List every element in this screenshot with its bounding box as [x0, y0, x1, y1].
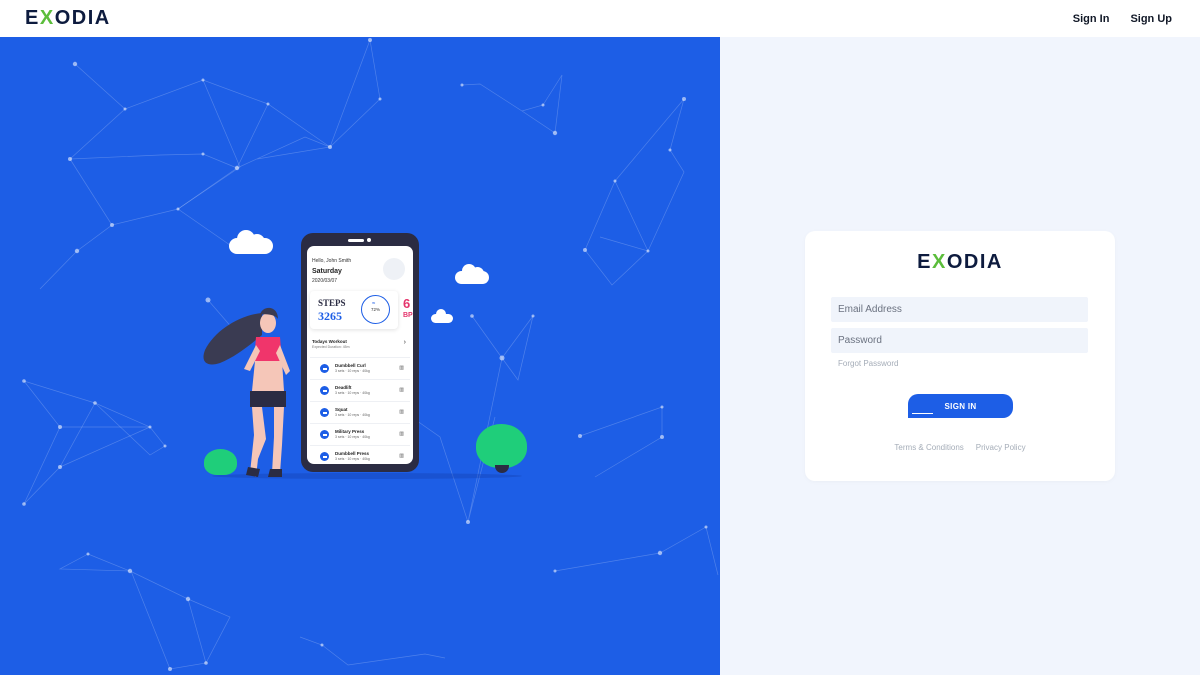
- exercise-weight: 40kg: [362, 413, 370, 417]
- cloud-icon: [431, 309, 453, 323]
- exercise-row: Dumbbell Press 3 sets · 10 reps · 40kg ▥: [310, 445, 410, 464]
- exercise-icon: [320, 408, 329, 417]
- progress-value: 72%: [370, 307, 380, 312]
- greeting-text: Hello, John Smith: [312, 258, 352, 264]
- exercise-details: 3 sets · 10 reps · 40kg: [335, 391, 370, 395]
- avatar: [383, 258, 405, 280]
- top-nav: Sign In Sign Up: [1073, 13, 1172, 25]
- chart-icon: ▥: [399, 431, 404, 437]
- exercise-reps: 10 reps: [347, 413, 360, 417]
- chevron-right-icon: ›: [403, 339, 406, 346]
- exercise-name: Dumbbell Curl: [335, 363, 366, 368]
- logo-text-end: ODIA: [54, 7, 111, 29]
- exercise-reps: 10 reps: [347, 435, 360, 439]
- exercise-details: 3 sets · 10 reps · 40kg: [335, 413, 370, 417]
- bpm-value: 6: [403, 296, 411, 311]
- exercise-details: 3 sets · 10 reps · 40kg: [335, 369, 370, 373]
- button-accent-bar: [912, 412, 933, 414]
- exercise-row: Squat 3 sets · 10 reps · 40kg ▥: [310, 401, 410, 421]
- date-text: 2020/03/07: [312, 278, 338, 284]
- steps-label: STEPS: [318, 298, 346, 308]
- exercise-name: Dumbbell Press: [335, 451, 370, 456]
- exercise-name: Military Press: [335, 429, 365, 434]
- phone-camera: [367, 238, 371, 242]
- privacy-link[interactable]: Privacy Policy: [976, 443, 1026, 452]
- exercise-name: Squat: [335, 407, 348, 412]
- sign-in-button[interactable]: SIGN IN: [908, 394, 1013, 418]
- forgot-password-link[interactable]: Forgot Password: [838, 359, 898, 368]
- exercise-sets: 3 sets: [335, 457, 345, 461]
- sign-in-button-label: SIGN IN: [944, 401, 977, 411]
- steps-card: STEPS 3265 ≈ 72%: [310, 291, 398, 329]
- logo-x-mark: X: [39, 7, 55, 29]
- password-field[interactable]: [831, 328, 1088, 353]
- footer-links: Terms & Conditions Privacy Policy: [805, 443, 1115, 452]
- chart-icon: ▥: [399, 387, 404, 393]
- exercise-sets: 3 sets: [335, 369, 345, 373]
- exercise-row: Military Press 3 sets · 10 reps · 40kg ▥: [310, 423, 410, 443]
- exercise-sets: 3 sets: [335, 413, 345, 417]
- runner-illustration: [203, 307, 290, 477]
- exercise-name: Deadlift: [335, 385, 352, 390]
- logo-text-end: ODIA: [946, 251, 1003, 273]
- hero-illustration-panel: Hello, John Smith Saturday 2020/03/07 ST…: [0, 37, 720, 675]
- login-card: EXODIA Forgot Password SIGN IN Terms & C…: [805, 231, 1115, 481]
- brand-logo[interactable]: E X ODIA: [25, 7, 111, 30]
- chart-icon: ▥: [399, 409, 404, 415]
- phone-screen: Hello, John Smith Saturday 2020/03/07 ST…: [307, 246, 413, 464]
- logo-text-start: E: [25, 7, 40, 29]
- bpm-label: BP: [403, 312, 413, 319]
- exercise-sets: 3 sets: [335, 435, 345, 439]
- bush-icon: [476, 424, 527, 468]
- exercise-weight: 40kg: [362, 435, 370, 439]
- cloud-icon: [455, 264, 489, 284]
- workout-duration: Expected Duration: 45m: [312, 345, 350, 349]
- phone-mockup: Hello, John Smith Saturday 2020/03/07 ST…: [301, 233, 419, 472]
- workout-title: Todays Workout: [312, 339, 347, 344]
- exercise-icon: [320, 386, 329, 395]
- exercise-reps: 10 reps: [347, 391, 360, 395]
- logo-text-start: E: [917, 251, 932, 273]
- exercise-sets: 3 sets: [335, 391, 345, 395]
- exercise-details: 3 sets · 10 reps · 40kg: [335, 435, 370, 439]
- exercise-weight: 40kg: [362, 457, 370, 461]
- top-bar: E X ODIA Sign In Sign Up: [0, 0, 1200, 37]
- day-text: Saturday: [312, 268, 342, 275]
- exercise-icon: [320, 430, 329, 439]
- email-field[interactable]: [831, 297, 1088, 322]
- card-brand-logo: E X ODIA: [805, 251, 1115, 274]
- exercise-weight: 40kg: [362, 391, 370, 395]
- steps-value: 3265: [318, 309, 342, 323]
- exercise-row: Dumbbell Curl 3 sets · 10 reps · 40kg ▥: [310, 357, 410, 377]
- phone-speaker: [348, 239, 364, 242]
- exercise-reps: 10 reps: [347, 457, 360, 461]
- terms-link[interactable]: Terms & Conditions: [894, 443, 963, 452]
- login-panel: EXODIA Forgot Password SIGN IN Terms & C…: [720, 37, 1200, 675]
- cloud-icon: [229, 230, 273, 254]
- exercise-icon: [320, 364, 329, 373]
- nav-sign-up-link[interactable]: Sign Up: [1130, 13, 1172, 25]
- chart-icon: ▥: [399, 365, 404, 371]
- logo-x-mark: X: [932, 251, 947, 273]
- exercise-row: Deadlift 3 sets · 10 reps · 40kg ▥: [310, 379, 410, 399]
- exercise-icon: [320, 452, 329, 461]
- exercise-reps: 10 reps: [347, 369, 360, 373]
- exercise-weight: 40kg: [362, 369, 370, 373]
- exercise-details: 3 sets · 10 reps · 40kg: [335, 457, 370, 461]
- nav-sign-in-link[interactable]: Sign In: [1073, 13, 1110, 25]
- chart-icon: ▥: [399, 453, 404, 459]
